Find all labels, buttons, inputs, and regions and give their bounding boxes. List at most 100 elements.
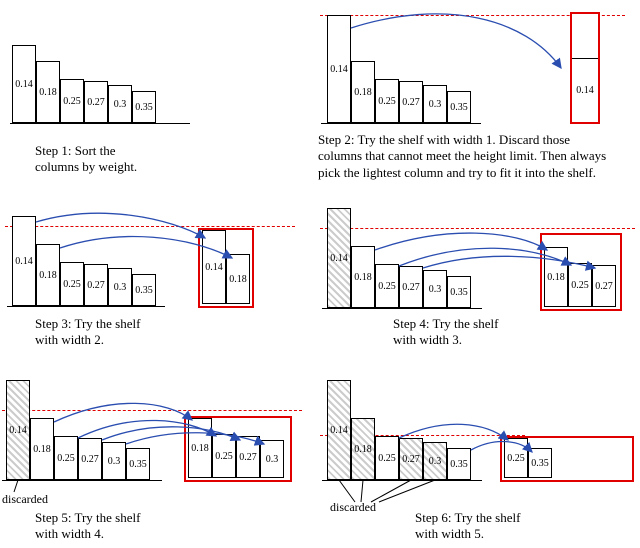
column-5: 0.3 [423,85,447,123]
col-label: 0.14 [15,256,33,267]
ground-line [322,308,482,309]
col-label: 0.18 [547,272,565,283]
ground-line [10,123,190,124]
column-3: 0.25 [375,436,399,480]
panel-step-4: 0.14 0.18 0.25 0.27 0.3 0.35 0.18 0.25 0… [325,200,635,320]
col-label: 0.18 [191,443,209,454]
column-2: 0.18 [36,61,60,123]
shelf-width-3: 0.18 0.25 0.27 [540,233,622,311]
caption-step-1: Step 1: Sort the columns by weight. [35,143,137,176]
col-label: 0.18 [33,444,51,455]
shelf-divider [572,58,598,59]
ground-line [7,306,165,307]
column-3: 0.25 [375,264,399,308]
column-4: 0.27 [399,81,423,123]
col-label: 0.35 [135,285,153,296]
col-label: 0.25 [507,453,525,464]
column-1-discarded: 0.14 [6,380,30,480]
ground-line [321,123,481,124]
col-label: 0.14 [205,262,223,273]
shelf-width-2: 0.14 0.18 [198,228,254,308]
column-1: 0.14 [327,15,351,123]
column-2: 0.18 [30,418,54,480]
column-3: 0.25 [60,79,84,123]
panel-step-5: 0.14 0.18 0.25 0.27 0.3 0.35 0.18 0.25 0… [2,370,302,490]
column-2-discarded: 0.18 [351,418,375,480]
ground-line [322,480,482,481]
col-label: 0.27 [402,97,420,108]
column-1: 0.14 [12,45,36,123]
col-label: 0.18 [39,270,57,281]
col-label: 0.35 [129,459,147,470]
col-label: 0.35 [450,287,468,298]
column-6: 0.35 [447,276,471,308]
caption-step-2: Step 2: Try the shelf with width 1. Disc… [318,132,606,181]
column-5: 0.3 [108,85,132,123]
col-label: 0.3 [266,454,279,465]
col-label: 0.35 [450,459,468,470]
panel-step-3: 0.14 0.18 0.25 0.27 0.3 0.35 0.14 0.18 [10,208,290,318]
discarded-label-step-5: discarded [2,492,48,507]
col-label: 0.25 [378,96,396,107]
col-label: 0.14 [330,253,348,264]
col-label: 0.3 [114,282,127,293]
column-6: 0.35 [126,448,150,480]
col-label: 0.27 [402,454,420,465]
col-label: 0.3 [429,456,442,467]
col-label: 0.18 [39,87,57,98]
caption-step-4: Step 4: Try the shelf with width 3. [393,316,498,349]
panel-step-6: 0.14 0.18 0.25 0.27 0.3 0.35 0.25 0.35 [325,372,640,502]
col-label: 0.25 [63,279,81,290]
col-label: 0.35 [531,458,549,469]
col-label: 0.18 [354,444,372,455]
discarded-label-step-6: discarded [330,500,376,515]
col-label: 0.3 [114,99,127,110]
shelf-col-2: 0.18 [226,254,250,304]
col-label: 0.3 [429,99,442,110]
column-2: 0.18 [351,246,375,308]
column-2: 0.18 [36,244,60,306]
shelf-col-2: 0.25 [212,434,236,478]
column-5: 0.3 [423,270,447,308]
col-label: 0.14 [15,79,33,90]
shelf-col-3: 0.27 [236,436,260,478]
shelf-width-1: 0.14 [570,12,600,124]
column-4: 0.27 [84,264,108,306]
column-4-discarded: 0.27 [399,438,423,480]
column-4: 0.27 [399,266,423,308]
col-label: 0.14 [330,425,348,436]
column-2: 0.18 [351,61,375,123]
shelf-col-4: 0.3 [260,440,284,478]
col-label: 0.25 [378,281,396,292]
ground-line [2,480,162,481]
panel-step-1: 0.14 0.18 0.25 0.27 0.3 0.35 [10,38,190,158]
column-3: 0.25 [54,436,78,480]
shelf-col-1: 0.25 [504,438,528,478]
col-label: 0.18 [354,87,372,98]
col-label: 0.25 [215,451,233,462]
col-label: 0.35 [450,102,468,113]
column-1: 0.14 [12,216,36,306]
column-6: 0.35 [447,91,471,123]
panel-step-2: 0.14 0.18 0.25 0.27 0.3 0.35 0.14 [325,8,625,138]
shelf-col-1: 0.18 [544,247,568,307]
col-label: 0.27 [87,280,105,291]
column-5: 0.3 [102,442,126,480]
column-3: 0.25 [60,262,84,306]
col-label: 0.25 [57,453,75,464]
col-label: 0.14 [9,425,27,436]
column-4: 0.27 [84,81,108,123]
col-label: 0.27 [595,281,613,292]
shelf-col-1: 0.14 [202,230,226,304]
height-limit-line [5,226,295,227]
col-label: 0.27 [81,454,99,465]
col-label: 0.3 [429,284,442,295]
shelf-col-2: 0.25 [568,263,592,307]
height-limit-line [2,410,302,411]
column-5-discarded: 0.3 [423,442,447,480]
col-label: 0.27 [402,282,420,293]
column-6: 0.35 [132,91,156,123]
col-label: 0.14 [330,64,348,75]
col-label: 0.25 [63,96,81,107]
height-limit-line [320,228,635,229]
